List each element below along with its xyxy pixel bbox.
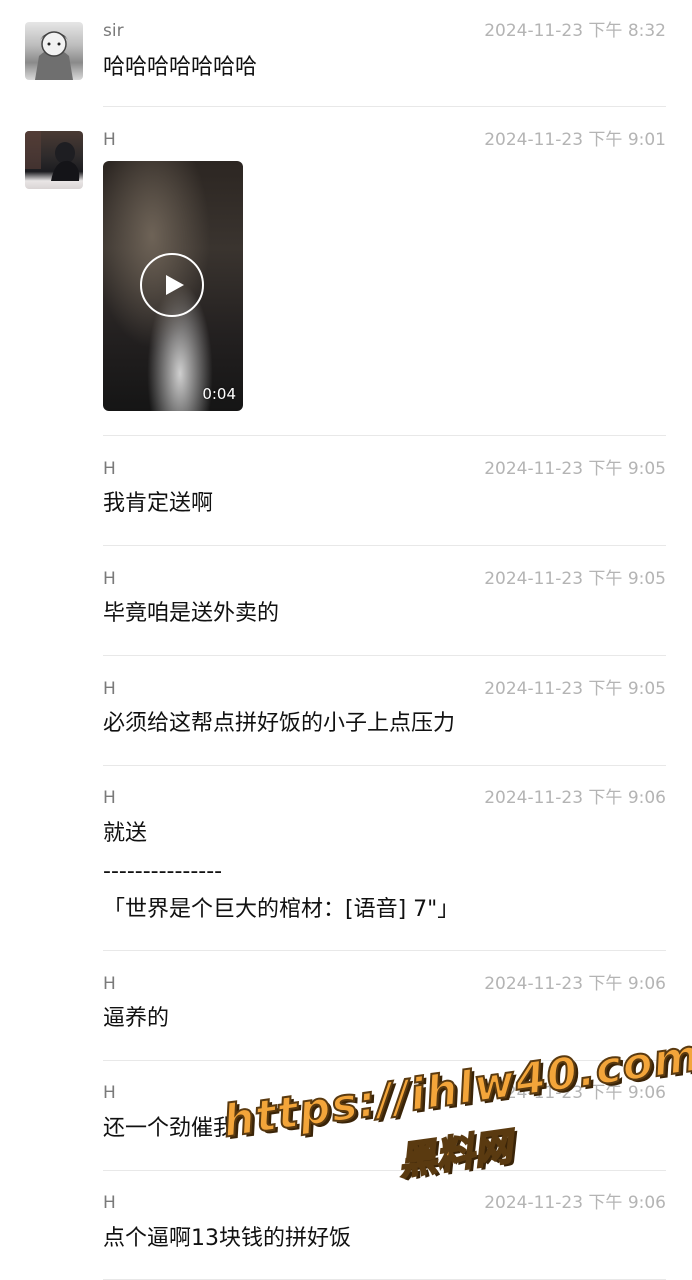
message-time: 2024-11-23 下午 8:32: [484, 21, 666, 41]
sender-name: H: [103, 974, 116, 994]
message-text: 毕竟咱是送外卖的: [103, 601, 280, 626]
sender-name: H: [103, 130, 116, 150]
message-time: 2024-11-23 下午 9:06: [484, 974, 666, 994]
message-text: 还一个劲催我: [103, 1116, 236, 1141]
divider: [103, 765, 666, 766]
divider: [103, 655, 666, 656]
divider: [103, 545, 666, 546]
message-text: 逼养的: [103, 1006, 170, 1031]
message-item[interactable]: H 2024-11-23 下午 9:06 还一个劲催我: [103, 1083, 666, 1143]
message-time: 2024-11-23 下午 9:06: [484, 1193, 666, 1213]
photo-avatar-icon: [25, 131, 80, 181]
quoted-message[interactable]: 「世界是个巨大的棺材：[语音] 7"」: [103, 896, 459, 924]
sender-name: H: [103, 679, 116, 699]
message-time: 2024-11-23 下午 9:01: [484, 130, 666, 150]
message-item[interactable]: H 2024-11-23 下午 9:01: [103, 130, 666, 154]
message-item[interactable]: H 2024-11-23 下午 9:06 点个逼啊13块钱的拼好饭: [103, 1193, 666, 1253]
sender-name: H: [103, 569, 116, 589]
video-thumbnail[interactable]: 0:04: [103, 161, 243, 411]
divider: [103, 435, 666, 436]
sender-name: H: [103, 788, 116, 808]
sender-name: sir: [103, 21, 124, 41]
divider: [103, 106, 666, 107]
divider: [103, 1060, 666, 1061]
message-item[interactable]: H 2024-11-23 下午 9:05 我肯定送啊: [103, 459, 666, 519]
message-item[interactable]: H 2024-11-23 下午 9:05 毕竟咱是送外卖的: [103, 569, 666, 629]
message-time: 2024-11-23 下午 9:05: [484, 569, 666, 589]
avatar-h[interactable]: [25, 131, 83, 189]
message-time: 2024-11-23 下午 9:05: [484, 679, 666, 699]
divider: [103, 950, 666, 951]
quote-separator: ---------------: [103, 859, 223, 884]
avatar-sir[interactable]: [25, 22, 83, 80]
message-time: 2024-11-23 下午 9:05: [484, 459, 666, 479]
message-item[interactable]: sir 2024-11-23 下午 8:32 哈哈哈哈哈哈哈: [103, 21, 666, 81]
sender-name: H: [103, 459, 116, 479]
message-item[interactable]: H 2024-11-23 下午 9:06 逼养的: [103, 974, 666, 1034]
message-text: 我肯定送啊: [103, 491, 214, 516]
video-duration: 0:04: [202, 385, 236, 403]
message-text: 必须给这帮点拼好饭的小子上点压力: [103, 711, 456, 736]
play-icon: [166, 275, 184, 295]
message-text: 就送: [103, 821, 148, 846]
divider: [103, 1170, 666, 1171]
message-item[interactable]: H 2024-11-23 下午 9:05 必须给这帮点拼好饭的小子上点压力: [103, 679, 666, 739]
message-text: 哈哈哈哈哈哈哈: [103, 55, 258, 80]
message-text: 点个逼啊13块钱的拼好饭: [103, 1226, 351, 1251]
message-time: 2024-11-23 下午 9:06: [484, 788, 666, 808]
sender-name: H: [103, 1193, 116, 1213]
manga-avatar-icon: [35, 31, 73, 80]
message-item[interactable]: H 2024-11-23 下午 9:06 就送 --------------- …: [103, 788, 666, 928]
play-button[interactable]: [140, 253, 204, 317]
message-time: 2024-11-23 下午 9:06: [484, 1083, 666, 1103]
sender-name: H: [103, 1083, 116, 1103]
